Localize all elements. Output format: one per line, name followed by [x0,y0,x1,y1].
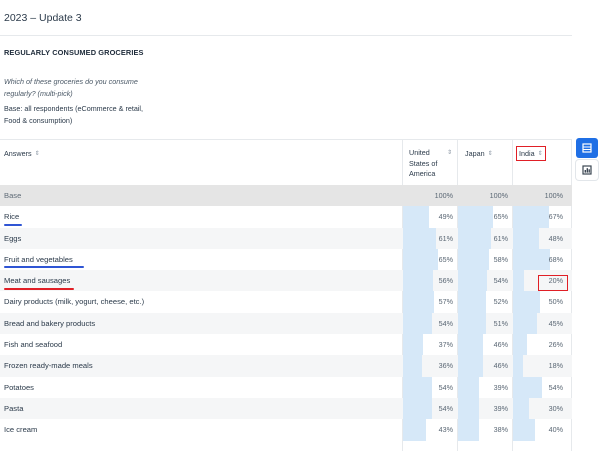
cell-value: 67% [548,212,563,222]
cell-value: 26% [548,340,563,350]
cell-value: 46% [493,340,508,350]
survey-title: REGULARLY CONSUMED GROCERIES [4,48,144,57]
cell-value: 58% [493,254,508,264]
cell-value: 52% [493,297,508,307]
cell-value: 54% [438,318,453,328]
table-row: Rice 49% 65% 67% [0,206,572,228]
table-icon [582,143,592,153]
row-label: Pasta [4,403,24,413]
cell-value: 40% [548,425,563,435]
table-row: Dairy products (milk, yogurt, cheese, et… [0,291,572,313]
sort-icon: ⇕ [447,150,453,156]
row-label: Base [4,191,22,200]
cell-value: 100% [489,191,508,200]
cell-value: 46% [493,361,508,371]
row-label: Eggs [4,233,22,243]
row-label: Bread and bakery products [4,318,96,328]
underline-mark [4,266,84,268]
underline-mark [4,224,22,226]
cell-value: 56% [438,276,453,286]
table-row: Fruit and vegetables 65% 58% 68% [0,248,572,271]
cell-value: 54% [438,403,453,413]
cell-value: 51% [493,318,508,328]
table-row: Frozen ready-made meals 36% 46% 18% [0,355,572,377]
cell-value: 65% [438,254,453,264]
header-japan-label: Japan [465,149,485,158]
row-label: Dairy products (milk, yogurt, cheese, et… [4,297,145,307]
chart-icon [582,165,592,175]
highlight-box [516,146,546,161]
cell-value: 48% [548,233,563,243]
view-toolbar [576,138,598,182]
page-title: 2023 – Update 3 [4,12,82,24]
cell-value: 100% [434,191,453,200]
survey-base: Base: all respondents (eCommerce & retai… [4,104,144,125]
cell-value: 54% [493,276,508,286]
cell-value: 54% [438,382,453,392]
cell-value: 30% [548,403,563,413]
header-answers-label: Answers [4,149,32,158]
cell-value: 37% [438,340,453,350]
cell-value: 61% [493,233,508,243]
cell-value: 36% [438,361,453,371]
cell-value: 54% [548,382,563,392]
highlight-box [538,275,568,291]
cell-value: 50% [548,297,563,307]
cell-value: 45% [548,318,563,328]
table-row: Ice cream 43% 38% 40% [0,419,572,441]
sort-icon: ⇕ [34,151,40,157]
cell-value: 100% [544,191,563,200]
cell-value: 61% [438,233,453,243]
row-label: Fish and seafood [4,340,63,350]
table-row: Pasta 54% 39% 30% [0,397,572,420]
results-table: Answers ⇕ United States of America ⇕ Japan… [0,139,572,451]
table-row: Fish and seafood 37% 46% 26% [0,334,572,356]
table-row: Eggs 61% 61% 48% [0,227,572,249]
cell-value: 39% [493,403,508,413]
cell-value: 57% [438,297,453,307]
table-row: Bread and bakery products 54% 51% 45% [0,312,572,335]
row-label: Ice cream [4,425,38,435]
row-label: Potatoes [4,382,34,392]
cell-value: 38% [493,425,508,435]
row-label: Frozen ready-made meals [4,361,93,371]
table-header: Answers ⇕ United States of America ⇕ Japan… [0,139,572,185]
table-view-button[interactable] [576,138,598,158]
table-row: Potatoes 54% 39% 54% [0,376,572,398]
cell-value: 43% [438,425,453,435]
underline-mark [4,288,74,290]
cell-value: 65% [493,212,508,222]
survey-question: Which of these groceries do you consume … [4,77,138,98]
cell-value: 39% [493,382,508,392]
sort-icon: ⇕ [487,151,493,157]
table-body: Base 100% 100% 100% Rice 49% 65% 67% Eggs 61% 61% 4… [0,185,572,441]
chart-view-button[interactable] [576,160,598,180]
cell-value: 18% [548,361,563,371]
cell-value: 68% [548,254,563,264]
table-row: Meat and sausages 56% 54% 20% [0,270,572,292]
divider [0,35,572,36]
table-row-base: Base 100% 100% 100% [0,185,572,207]
header-usa-label: United States of America [409,148,438,178]
cell-value: 49% [438,212,453,222]
